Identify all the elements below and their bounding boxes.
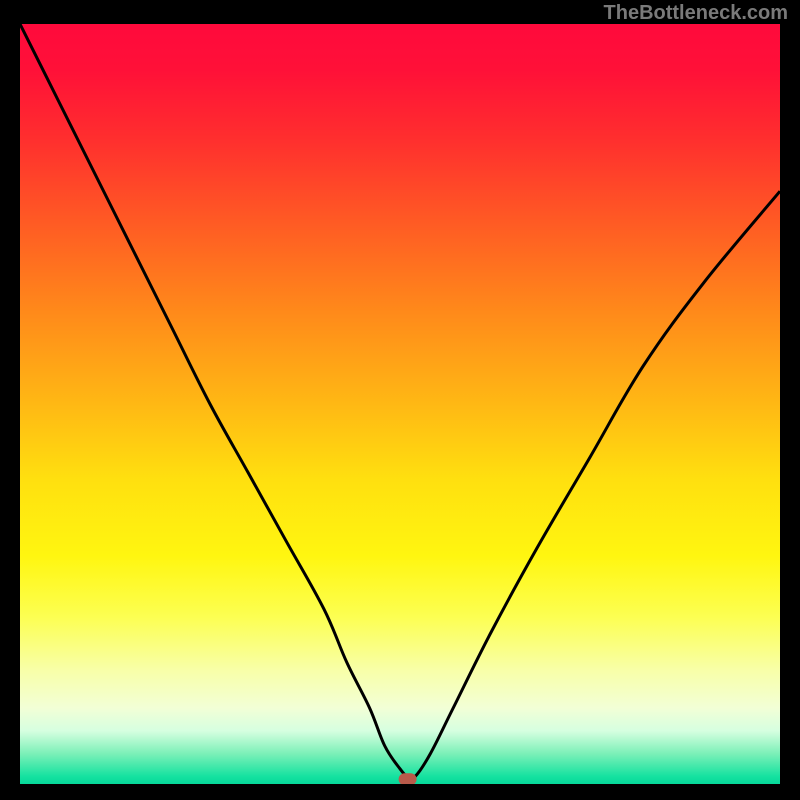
min-marker bbox=[399, 773, 417, 784]
watermark-text: TheBottleneck.com bbox=[604, 2, 788, 25]
curve-svg bbox=[20, 24, 780, 784]
bottleneck-curve bbox=[20, 24, 780, 779]
chart-container: TheBottleneck.com bbox=[0, 0, 800, 800]
plot-area bbox=[20, 24, 780, 784]
